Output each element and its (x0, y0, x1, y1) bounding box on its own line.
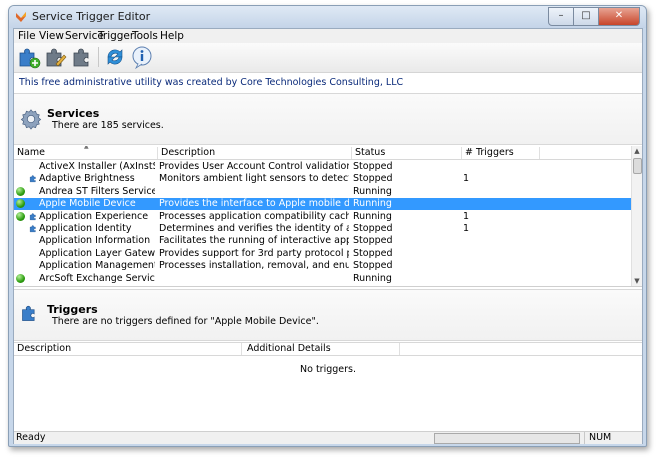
table-row[interactable]: Apple Mobile Device Provides the interfac… (14, 198, 632, 211)
service-status: Running (353, 185, 392, 197)
num-lock-indicator: NUM (584, 432, 645, 444)
services-table-header: Name Description Status # Triggers ▲ (14, 146, 632, 160)
service-description: Facilitates the running of interactive a… (159, 235, 349, 247)
menu-file[interactable]: File (18, 29, 36, 43)
service-name: Adaptive Brightness (39, 173, 135, 185)
service-status: Running (353, 272, 392, 284)
close-button[interactable]: ✕ (599, 7, 640, 26)
service-description: Determines and verifies the identity of … (159, 223, 349, 234)
delete-trigger-button[interactable] (71, 45, 95, 69)
puzzle-icon (22, 306, 35, 321)
info-button[interactable] (130, 45, 154, 69)
table-row[interactable]: Application Management Processes installa… (14, 260, 632, 272)
services-table: Name Description Status # Triggers ▲ Act… (14, 146, 642, 287)
column-additional-details[interactable]: Additional Details (244, 343, 400, 355)
app-icon (16, 12, 26, 22)
triggers-subtitle: There are no triggers defined for "Apple… (52, 316, 319, 327)
menu-tools[interactable]: Tools (132, 29, 158, 43)
service-status: Running (353, 210, 392, 222)
triggers-table: Description Additional Details No trigge… (14, 342, 642, 432)
services-title: Services (47, 107, 100, 120)
menu-trigger[interactable]: Trigger (98, 29, 134, 43)
scroll-up-arrow-icon[interactable]: ▲ (632, 146, 642, 156)
running-status-icon (16, 273, 25, 283)
service-name: Application Layer Gateway Servi... (39, 247, 155, 259)
service-status: Stopped (353, 173, 393, 185)
menu-help[interactable]: Help (160, 29, 184, 43)
service-name: Application Management (39, 260, 155, 272)
table-row[interactable]: Application Information Facilitates the r… (14, 235, 632, 247)
scroll-down-arrow-icon[interactable]: ▼ (632, 276, 642, 286)
table-row[interactable]: ActiveX Installer (AxInstSV) Provides Use… (14, 161, 632, 173)
service-description: Provides support for 3rd party protocol … (159, 247, 349, 259)
service-description: Monitors ambient light sensors to detect… (159, 173, 349, 185)
service-status: Stopped (353, 235, 393, 247)
column-trigger-description[interactable]: Description (14, 343, 242, 355)
service-description: Processes installation, removal, and enu… (159, 260, 349, 272)
service-trigger-count: 1 (463, 173, 470, 185)
service-trigger-count: 1 (463, 210, 470, 222)
add-trigger-button[interactable] (17, 45, 41, 69)
app-window: Service Trigger Editor – □ ✕ File View S… (8, 5, 647, 447)
service-description: Processes application compatibility cach… (159, 210, 349, 222)
service-trigger-count: 1 (463, 223, 470, 234)
table-row[interactable]: ArcSoft Exchange Service Running (14, 273, 632, 285)
triggers-table-header: Description Additional Details (14, 342, 642, 356)
service-status: Stopped (353, 223, 393, 234)
service-name: ArcSoft Exchange Service (39, 272, 155, 284)
trigger-puzzle-icon (29, 225, 36, 233)
credit-text: This free administrative utility was cre… (19, 77, 404, 88)
edit-trigger-button[interactable] (44, 45, 68, 69)
gear-icon (20, 109, 42, 130)
client-area: File View Service Trigger Tools Help Thi… (13, 28, 643, 444)
service-status: Running (353, 198, 392, 210)
service-name: ActiveX Installer (AxInstSV) (39, 161, 155, 172)
no-triggers-message: No triggers. (300, 364, 356, 375)
sort-arrow-icon: ▲ (84, 146, 89, 150)
menu-bar: File View Service Trigger Tools Help (14, 29, 642, 43)
toolbar-separator (98, 47, 99, 67)
menu-view[interactable]: View (39, 29, 64, 43)
column-description[interactable]: Description (158, 147, 352, 159)
service-description: Provides User Account Control validation… (159, 161, 349, 172)
refresh-button[interactable] (103, 45, 127, 69)
window-title: Service Trigger Editor (32, 10, 151, 23)
service-name: Application Experience (39, 210, 149, 222)
status-text: Ready (16, 432, 46, 443)
table-row[interactable]: Andrea ST Filters Service Running (14, 186, 632, 198)
column-status[interactable]: Status (352, 147, 462, 159)
column-triggers[interactable]: # Triggers (462, 147, 540, 159)
service-status: Stopped (353, 260, 393, 272)
scroll-thumb[interactable] (633, 158, 642, 174)
minimize-button[interactable]: – (548, 7, 574, 26)
trigger-puzzle-icon (29, 212, 36, 220)
trigger-puzzle-icon (29, 175, 36, 183)
service-status: Stopped (353, 161, 393, 172)
running-status-icon (16, 186, 25, 196)
services-scrollbar[interactable]: ▲ ▼ (631, 146, 642, 286)
table-row[interactable]: Adaptive Brightness Monitors ambient ligh… (14, 173, 632, 185)
service-name: Apple Mobile Device (39, 198, 136, 210)
running-status-icon (16, 211, 25, 221)
service-name: Andrea ST Filters Service (39, 185, 155, 197)
service-description: Provides the interface to Apple mobile d… (159, 198, 349, 210)
service-name: Application Identity (39, 223, 132, 234)
table-row[interactable]: Application Experience Processes applicat… (14, 211, 632, 223)
services-count: There are 185 services. (52, 120, 164, 131)
table-row[interactable]: Application Layer Gateway Servi... Provid… (14, 248, 632, 260)
maximize-button[interactable]: □ (574, 7, 599, 26)
title-bar[interactable]: Service Trigger Editor – □ ✕ (9, 6, 646, 28)
status-bar: Ready NUM (14, 431, 642, 444)
running-status-icon (16, 199, 25, 209)
service-status: Stopped (353, 247, 393, 259)
toolbar (14, 43, 642, 73)
status-progress (434, 433, 580, 444)
service-name: Application Information (39, 235, 151, 247)
services-header: Services There are 185 services. (14, 93, 642, 145)
triggers-header: Triggers There are no triggers defined f… (14, 289, 642, 341)
table-row[interactable]: Application Identity Determines and verif… (14, 223, 632, 235)
triggers-title: Triggers (47, 303, 98, 316)
